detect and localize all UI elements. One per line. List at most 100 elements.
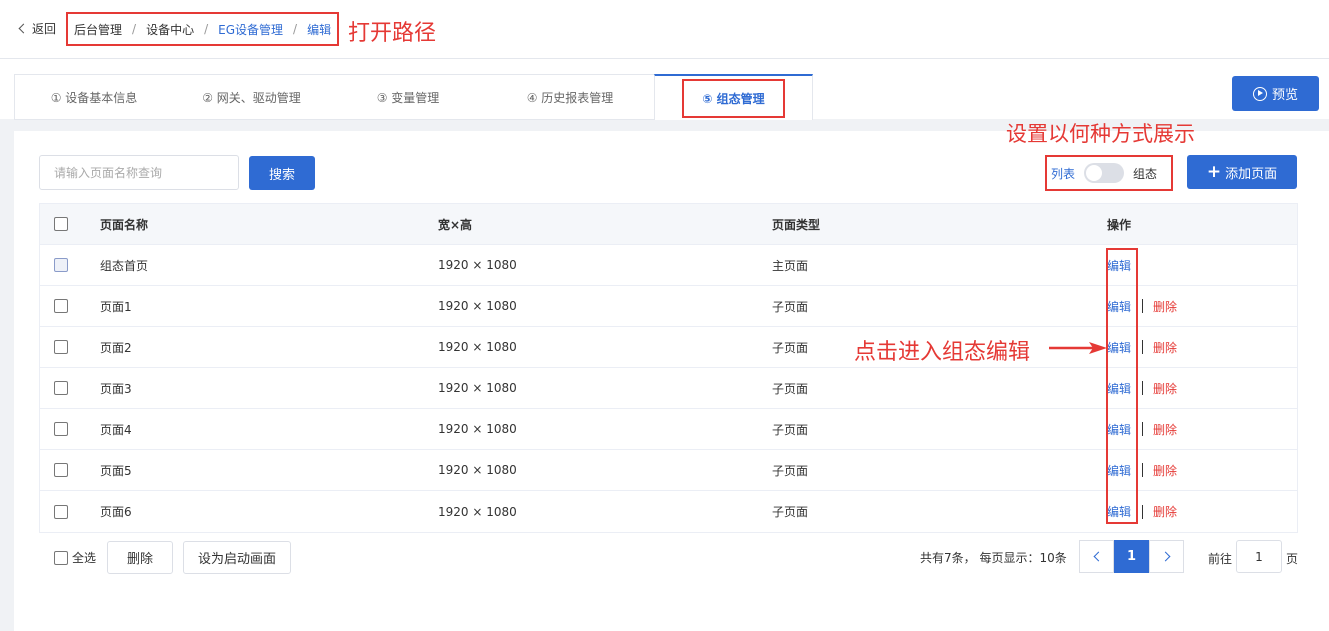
breadcrumb: 后台管理 / 设备中心 / EG设备管理 / 编辑	[66, 12, 340, 46]
toggle-label-list: 列表	[1051, 166, 1076, 181]
breadcrumb-separator: /	[204, 22, 209, 36]
row-size: 1920 × 1080	[438, 381, 517, 395]
row-checkbox[interactable]	[54, 381, 68, 395]
row-page-type: 主页面	[772, 258, 809, 273]
annotation-display-mode: 设置以何种方式展示	[1006, 122, 1195, 146]
toggle-label-config: 组态	[1133, 166, 1158, 181]
annotation-click-edit: 点击进入组态编辑	[854, 340, 1031, 365]
row-checkbox-cell	[54, 381, 68, 395]
search-button[interactable]: 搜索	[249, 156, 315, 190]
tab-label: ④ 历史报表管理	[526, 90, 614, 105]
breadcrumb-item-edit: 编辑	[307, 22, 332, 37]
row-checkbox[interactable]	[54, 340, 68, 354]
row-page-type: 子页面	[772, 463, 809, 478]
row-page-name: 页面4	[100, 422, 132, 437]
row-page-name: 页面6	[100, 505, 132, 519]
divider	[1142, 504, 1144, 519]
tab-variables[interactable]: ③ 变量管理	[330, 74, 486, 120]
tab-history-report[interactable]: ④ 历史报表管理	[486, 74, 654, 120]
top-bar: 返回 后台管理 / 设备中心 / EG设备管理 / 编辑 打开路径	[0, 0, 1329, 59]
add-page-label: 添加页面	[1225, 166, 1278, 182]
row-page-type: 子页面	[772, 422, 809, 437]
row-checkbox-cell	[54, 504, 68, 519]
select-all-footer-checkbox[interactable]	[54, 550, 68, 565]
header-page-name: 页面名称	[100, 217, 149, 232]
delete-link[interactable]: 删除	[1153, 503, 1177, 520]
row-checkbox-cell	[54, 422, 68, 436]
row-checkbox-cell	[54, 340, 68, 354]
delete-link[interactable]: 删除	[1153, 339, 1177, 356]
back-label: 返回	[32, 22, 57, 36]
goto-suffix: 页	[1286, 552, 1299, 566]
delete-link[interactable]: 删除	[1153, 421, 1177, 438]
pagination-total: 共有7条， 每页显示：10条	[920, 551, 1067, 565]
row-size: 1920 × 1080	[438, 504, 517, 519]
add-page-button[interactable]: + 添加页面	[1187, 155, 1297, 189]
breadcrumb-separator: /	[132, 22, 137, 36]
row-page-name: 页面1	[100, 299, 132, 314]
row-checkbox[interactable]	[54, 258, 68, 272]
goto-page-input[interactable]	[1236, 540, 1282, 573]
annotation-open-path: 打开路径	[348, 21, 437, 46]
row-page-name: 组态首页	[100, 258, 149, 273]
row-size: 1920 × 1080	[438, 463, 517, 477]
select-all-checkbox[interactable]	[54, 217, 68, 231]
header-checkbox-cell	[54, 217, 68, 231]
tab-label: ② 网关、驱动管理	[202, 90, 301, 105]
search-input[interactable]	[39, 155, 239, 190]
breadcrumb-item-eg-device[interactable]: EG设备管理	[218, 21, 283, 38]
row-checkbox[interactable]	[54, 463, 68, 477]
row-size: 1920 × 1080	[438, 422, 517, 436]
select-all-label: 全选	[72, 551, 97, 565]
row-page-name: 页面5	[100, 463, 132, 478]
delete-link[interactable]: 删除	[1153, 298, 1177, 315]
row-page-type: 子页面	[772, 381, 809, 396]
row-checkbox[interactable]	[54, 504, 68, 519]
next-page-button[interactable]	[1149, 540, 1184, 573]
row-page-type: 子页面	[772, 340, 809, 355]
row-page-name: 页面3	[100, 381, 132, 396]
display-mode-toggle: 列表 组态	[1045, 155, 1173, 191]
back-button[interactable]: 返回	[18, 20, 57, 37]
tab-label: ③ 变量管理	[376, 90, 440, 105]
delete-link[interactable]: 删除	[1153, 380, 1177, 397]
header-operations: 操作	[1107, 217, 1132, 232]
table-header-row: 页面名称 宽×高 页面类型 操作	[40, 204, 1297, 245]
set-startup-page-button[interactable]: 设为启动画面	[183, 541, 291, 574]
page-number-button[interactable]: 1	[1114, 540, 1149, 573]
annotation-edit-highlight-box	[1106, 248, 1138, 524]
delete-link[interactable]: 删除	[1153, 462, 1177, 479]
tab-label: ⑤ 组态管理	[682, 78, 785, 118]
row-checkbox-cell	[54, 463, 68, 477]
chevron-right-icon	[1160, 551, 1170, 562]
breadcrumb-item-backend[interactable]: 后台管理	[74, 21, 122, 38]
annotation-arrow-icon	[1049, 342, 1107, 354]
bulk-delete-button[interactable]: 删除	[107, 541, 173, 574]
row-size: 1920 × 1080	[438, 299, 517, 313]
select-all-footer[interactable]: 全选	[54, 549, 96, 566]
row-page-type: 子页面	[772, 505, 809, 519]
row-size: 1920 × 1080	[438, 340, 517, 354]
tab-bar: ① 设备基本信息 ② 网关、驱动管理 ③ 变量管理 ④ 历史报表管理 ⑤ 组态管…	[14, 74, 813, 120]
divider	[1142, 422, 1144, 436]
divider	[1142, 381, 1144, 395]
prev-page-button[interactable]	[1079, 540, 1114, 573]
tab-configuration[interactable]: ⑤ 组态管理	[654, 74, 813, 120]
tab-gateway-driver[interactable]: ② 网关、驱动管理	[173, 74, 330, 120]
preview-button[interactable]: 预览	[1232, 76, 1319, 111]
tab-device-info[interactable]: ① 设备基本信息	[14, 74, 173, 120]
row-checkbox[interactable]	[54, 299, 68, 313]
goto-label: 前往	[1208, 552, 1233, 566]
row-size: 1920 × 1080	[438, 258, 517, 272]
chevron-left-icon	[1093, 551, 1103, 562]
preview-label: 预览	[1271, 88, 1298, 103]
chevron-left-icon	[18, 23, 29, 34]
row-page-name: 页面2	[100, 340, 132, 355]
row-checkbox[interactable]	[54, 422, 68, 436]
row-checkbox-cell	[54, 299, 68, 313]
plus-icon: +	[1206, 161, 1222, 182]
row-checkbox-cell	[54, 258, 68, 272]
breadcrumb-item-device-center[interactable]: 设备中心	[146, 21, 194, 38]
breadcrumb-separator: /	[293, 22, 298, 36]
view-switch[interactable]	[1084, 163, 1125, 183]
